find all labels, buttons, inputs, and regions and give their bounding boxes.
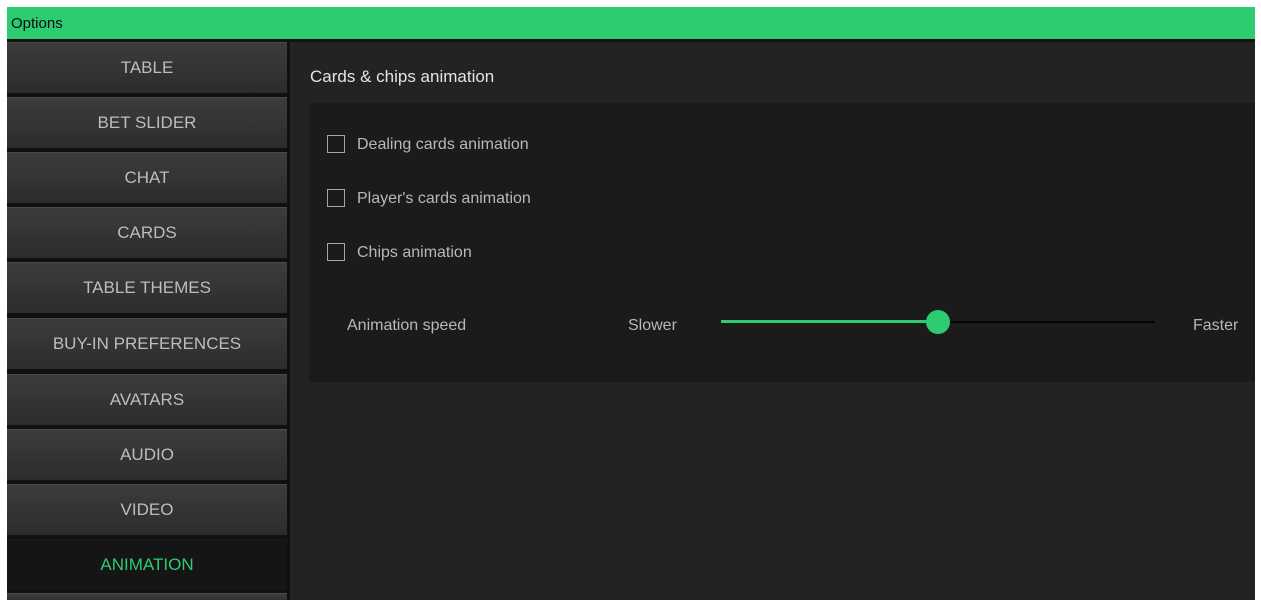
slower-label: Slower — [628, 317, 677, 334]
sidebar-item-animation[interactable]: ANIMATION — [7, 539, 287, 591]
sidebar-item-partial[interactable] — [7, 593, 287, 600]
players-cards-checkbox[interactable] — [327, 189, 345, 207]
sidebar-item-table[interactable]: TABLE — [7, 42, 287, 94]
sidebar-item-cards[interactable]: CARDS — [7, 207, 287, 259]
slider-thumb[interactable] — [926, 310, 950, 334]
animation-speed-label: Animation speed — [347, 317, 467, 334]
options-sidebar: TABLE BET SLIDER CHAT CARDS TABLE THEMES… — [7, 42, 290, 600]
sidebar-item-audio[interactable]: AUDIO — [7, 429, 287, 481]
animation-speed-slider[interactable] — [721, 310, 1155, 334]
sidebar-item-video[interactable]: VIDEO — [7, 484, 287, 536]
chips-animation-label: Chips animation — [357, 244, 472, 261]
options-window: Options TABLE BET SLIDER CHAT CARDS TABL… — [7, 7, 1255, 600]
sidebar-item-bet-slider[interactable]: BET SLIDER — [7, 97, 287, 149]
slider-fill — [721, 320, 938, 323]
animation-settings-panel: Dealing cards animation Player's cards a… — [309, 103, 1255, 382]
players-cards-label: Player's cards animation — [357, 190, 531, 207]
dealing-cards-label: Dealing cards animation — [357, 136, 529, 153]
sidebar-item-avatars[interactable]: AVATARS — [7, 374, 287, 426]
chips-animation-checkbox[interactable] — [327, 243, 345, 261]
settings-content: Cards & chips animation Dealing cards an… — [290, 42, 1255, 600]
faster-label: Faster — [1193, 317, 1239, 334]
sidebar-item-chat[interactable]: CHAT — [7, 152, 287, 204]
section-title: Cards & chips animation — [310, 67, 495, 86]
sidebar-item-table-themes[interactable]: TABLE THEMES — [7, 262, 287, 314]
window-title: Options — [11, 15, 63, 32]
dealing-cards-checkbox[interactable] — [327, 135, 345, 153]
title-bar: Options — [7, 7, 1255, 41]
sidebar-item-buy-in-preferences[interactable]: BUY-IN PREFERENCES — [7, 318, 287, 370]
